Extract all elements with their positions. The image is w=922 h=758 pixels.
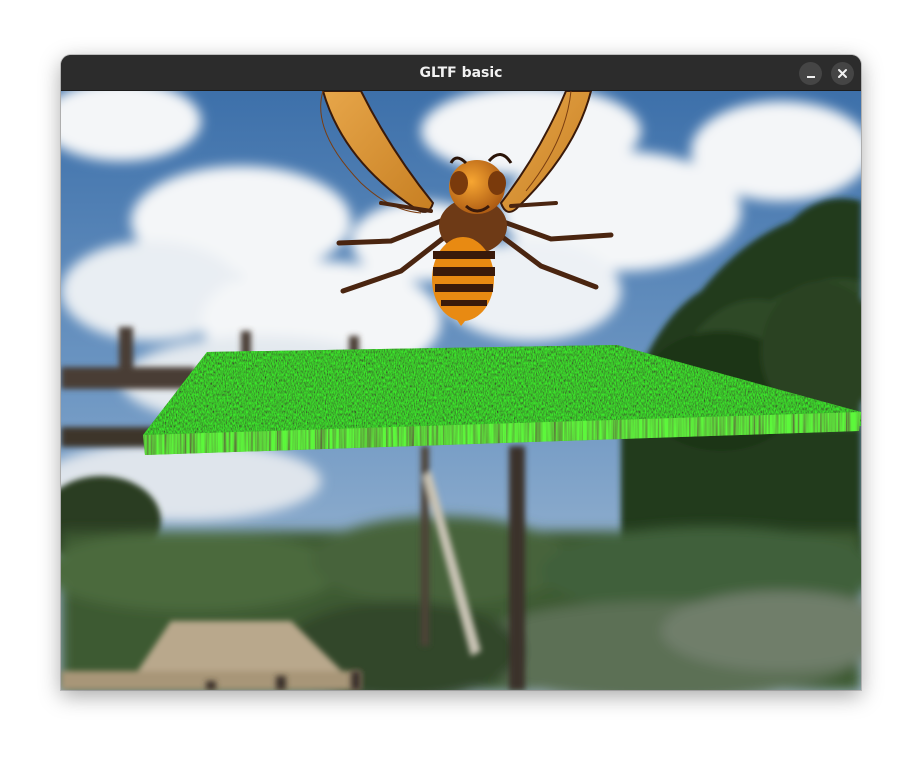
close-button[interactable]: [831, 62, 854, 85]
scene-canvas: [61, 91, 861, 690]
title-bar[interactable]: GLTF basic: [61, 55, 861, 91]
render-viewport[interactable]: [61, 91, 861, 690]
window-title: GLTF basic: [419, 65, 503, 81]
minimize-icon: [807, 76, 815, 78]
minimize-button[interactable]: [799, 62, 822, 85]
close-icon: [838, 69, 847, 78]
app-window: GLTF basic: [61, 55, 861, 690]
